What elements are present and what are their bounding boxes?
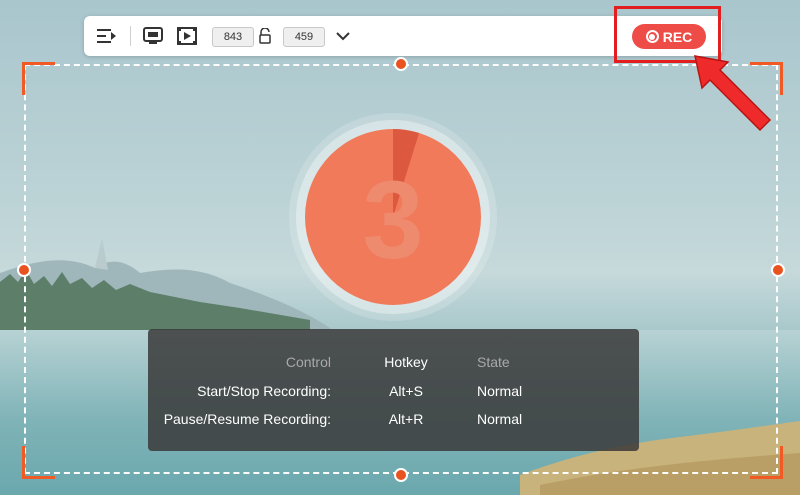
resize-handle-left[interactable]: [17, 263, 31, 277]
height-field[interactable]: 459: [283, 27, 325, 47]
width-field[interactable]: 843: [212, 27, 254, 47]
toolbar-divider: [130, 26, 131, 46]
chevron-down-icon[interactable]: [332, 26, 354, 46]
state-value: Normal: [477, 411, 523, 427]
control-label: Start/Stop Recording:: [197, 383, 331, 399]
pointer-arrow-icon: [694, 55, 772, 132]
corner-handle-bottom-left[interactable]: [22, 446, 55, 479]
region-select-icon[interactable]: [176, 26, 198, 46]
resize-handle-top[interactable]: [394, 57, 408, 71]
hotkey-header-row: Control Hotkey State: [148, 354, 639, 374]
rec-button[interactable]: REC: [632, 24, 706, 49]
corner-handle-bottom-right[interactable]: [750, 446, 783, 479]
header-control: Control: [285, 354, 331, 370]
fullscreen-icon[interactable]: [142, 26, 164, 46]
hotkey-value: Alt+R: [388, 411, 424, 427]
hotkey-value: Alt+S: [389, 383, 423, 399]
state-value: Normal: [477, 383, 523, 399]
hotkey-row: Start/Stop Recording: Alt+S Normal: [148, 383, 639, 403]
resize-handle-bottom[interactable]: [394, 468, 408, 482]
lock-ratio-icon[interactable]: [257, 26, 273, 46]
hotkey-panel: Control Hotkey State Start/Stop Recordin…: [148, 329, 639, 451]
corner-handle-top-left[interactable]: [22, 62, 55, 95]
rec-label: REC: [662, 28, 693, 45]
countdown-timer: 3: [289, 113, 497, 321]
countdown-number: 3: [362, 159, 423, 282]
control-label: Pause/Resume Recording:: [163, 411, 331, 427]
header-state: State: [477, 354, 510, 370]
resize-handle-right[interactable]: [771, 263, 785, 277]
header-hotkey: Hotkey: [384, 354, 428, 370]
record-icon: [645, 30, 659, 43]
panel-toggle-icon[interactable]: [96, 26, 118, 46]
hotkey-row: Pause/Resume Recording: Alt+R Normal: [148, 411, 639, 431]
